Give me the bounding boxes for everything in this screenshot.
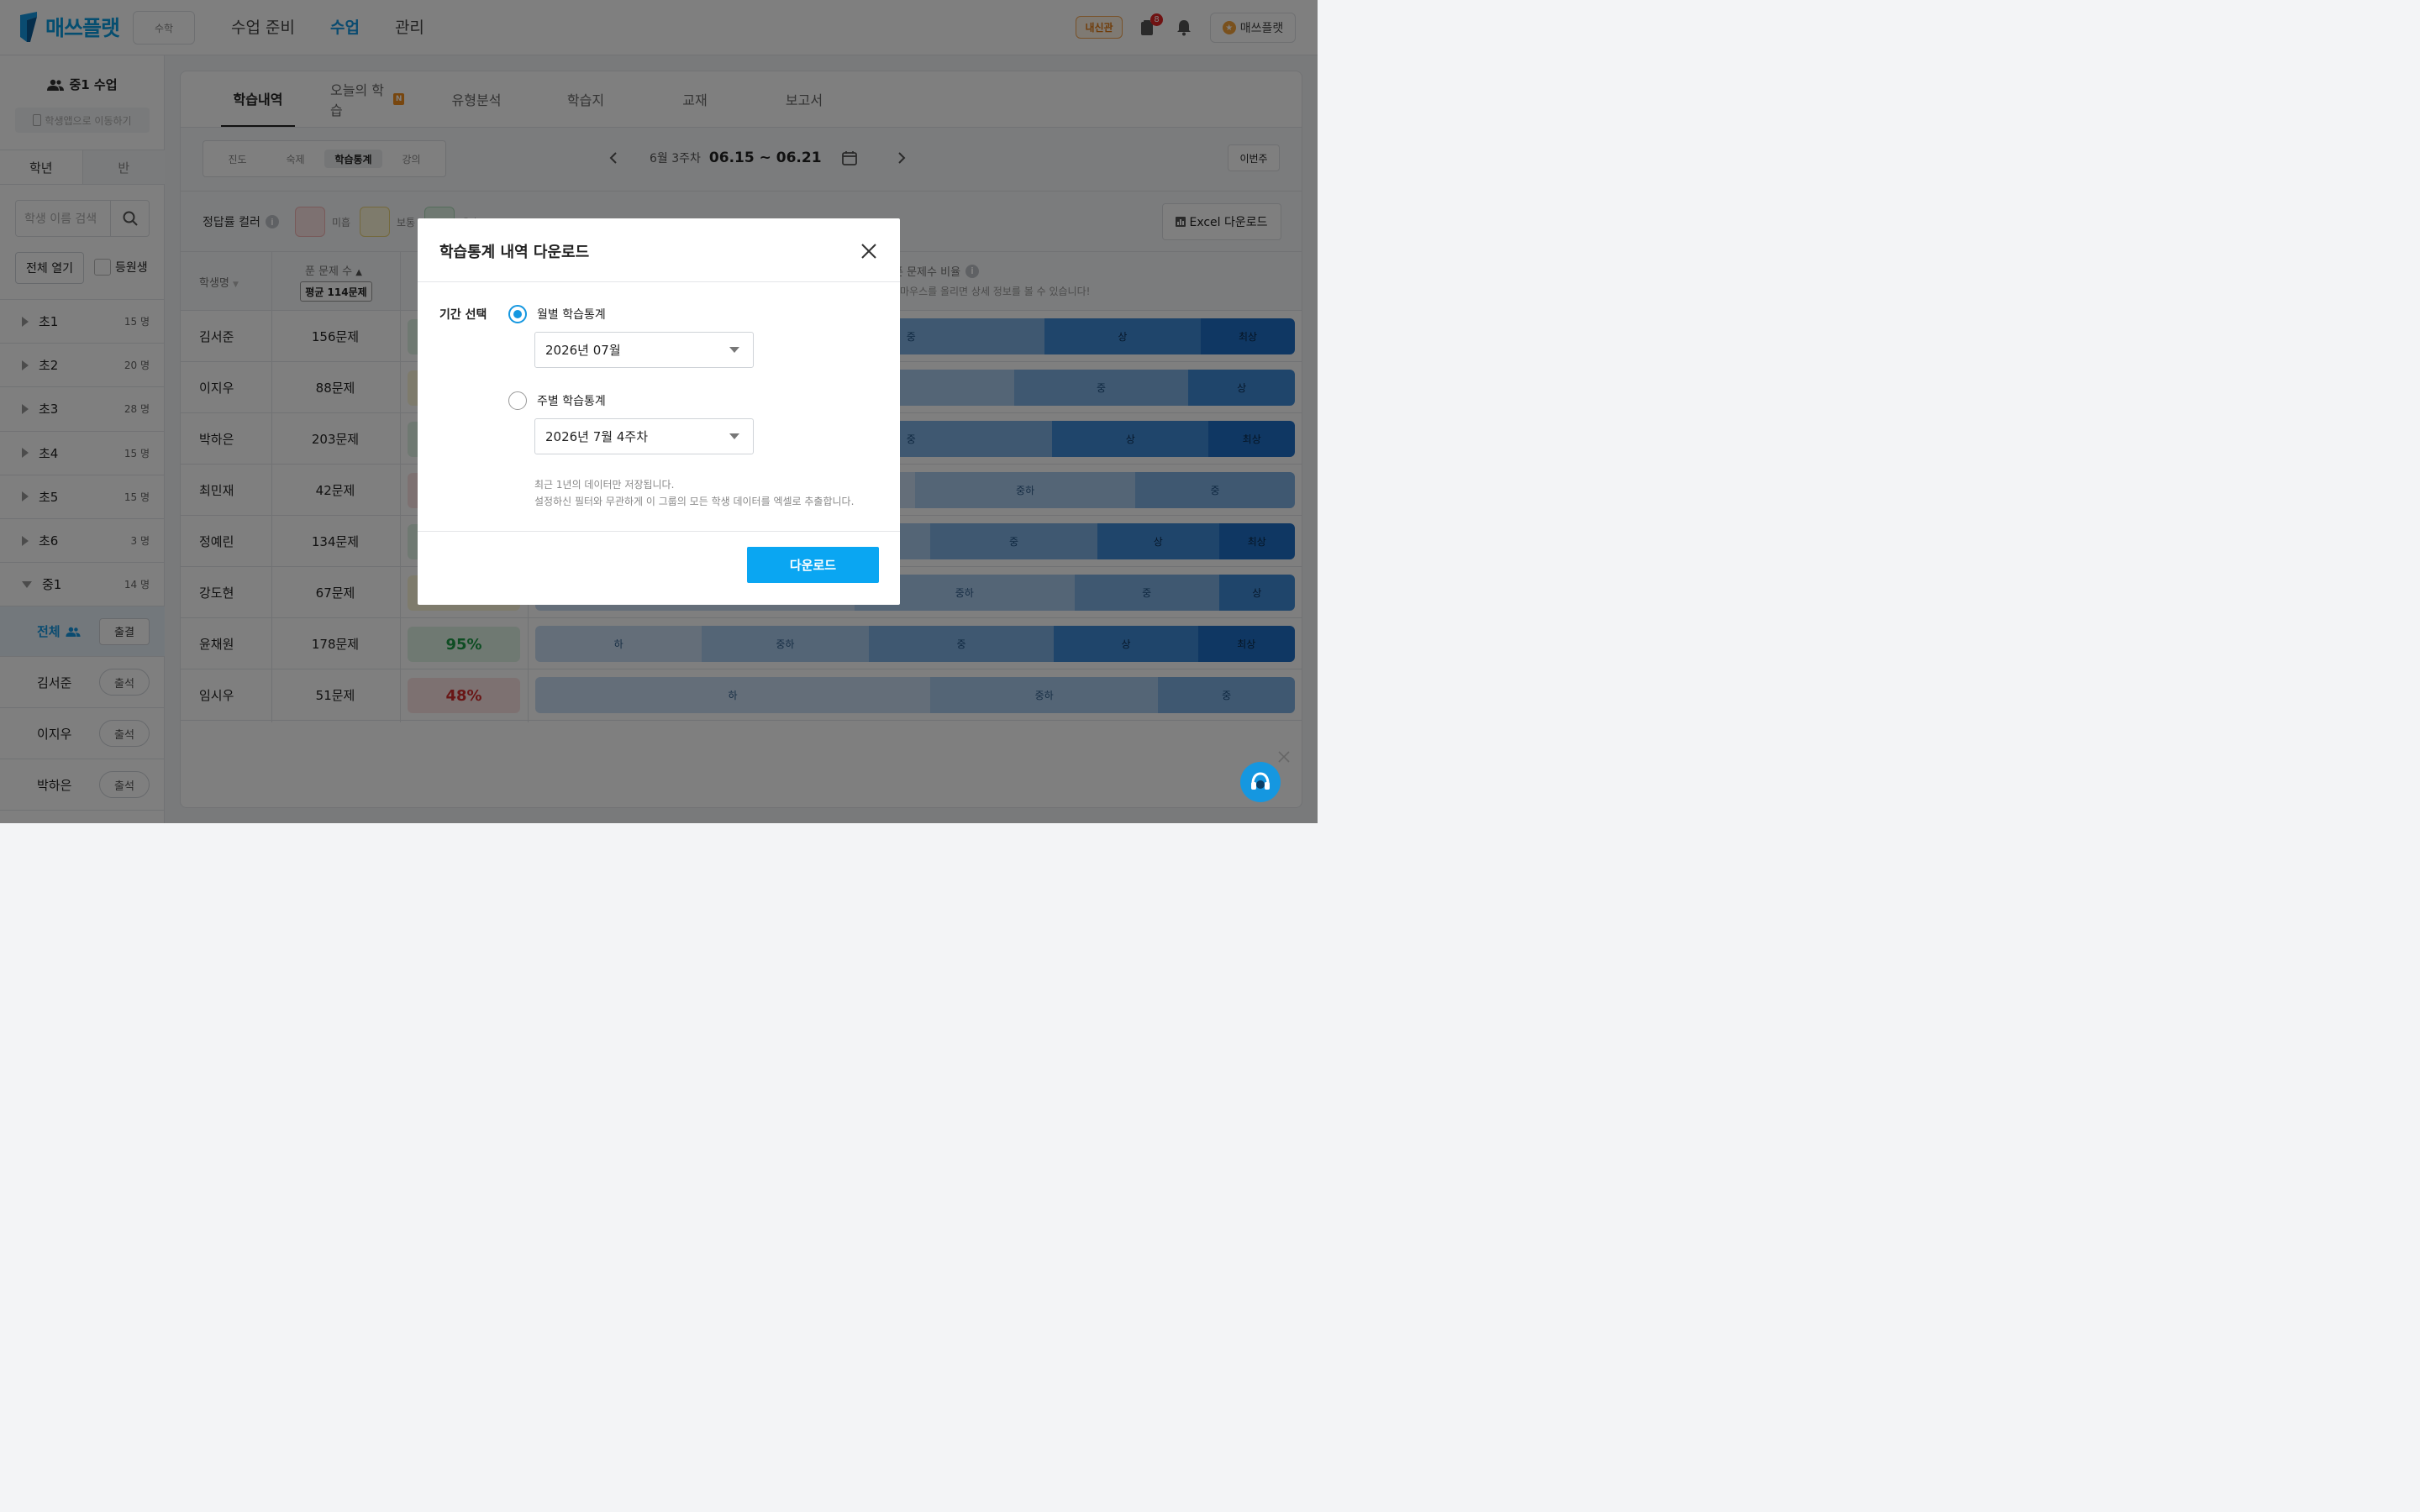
weekly-label: 주별 학습통계 (537, 395, 606, 408)
monthly-label: 월별 학습통계 (537, 308, 606, 322)
chevron-down-icon (729, 347, 739, 353)
modal-divider (418, 281, 900, 282)
modal-divider (418, 531, 900, 532)
modal-title: 학습통계 내역 다운로드 (439, 244, 590, 261)
chevron-down-icon (729, 433, 739, 439)
download-button[interactable]: 다운로드 (747, 547, 879, 583)
headset-icon (1251, 772, 1270, 790)
monthly-radio[interactable] (508, 305, 527, 323)
close-icon[interactable] (860, 242, 878, 260)
week-select-value: 2026년 7월 4주차 (545, 429, 648, 444)
retention-note: 최근 1년의 데이터만 저장됩니다. (534, 479, 675, 491)
week-select[interactable]: 2026년 7월 4주차 (534, 418, 754, 454)
download-stats-modal: 학습통계 내역 다운로드 기간 선택 월별 학습통계 2026년 07월 주별 … (418, 218, 900, 605)
close-chat-icon[interactable] (1277, 750, 1291, 764)
support-chat-button[interactable] (1240, 762, 1281, 802)
month-select-value: 2026년 07월 (545, 343, 621, 358)
period-label: 기간 선택 (439, 308, 487, 322)
month-select[interactable]: 2026년 07월 (534, 332, 754, 368)
export-note: 설정하신 필터와 무관하게 이 그룹의 모든 학생 데이터를 엑셀로 추출합니다… (534, 496, 855, 507)
monthly-option[interactable]: 월별 학습통계 (508, 305, 606, 323)
weekly-option[interactable]: 주별 학습통계 (508, 391, 606, 410)
weekly-radio[interactable] (508, 391, 527, 410)
